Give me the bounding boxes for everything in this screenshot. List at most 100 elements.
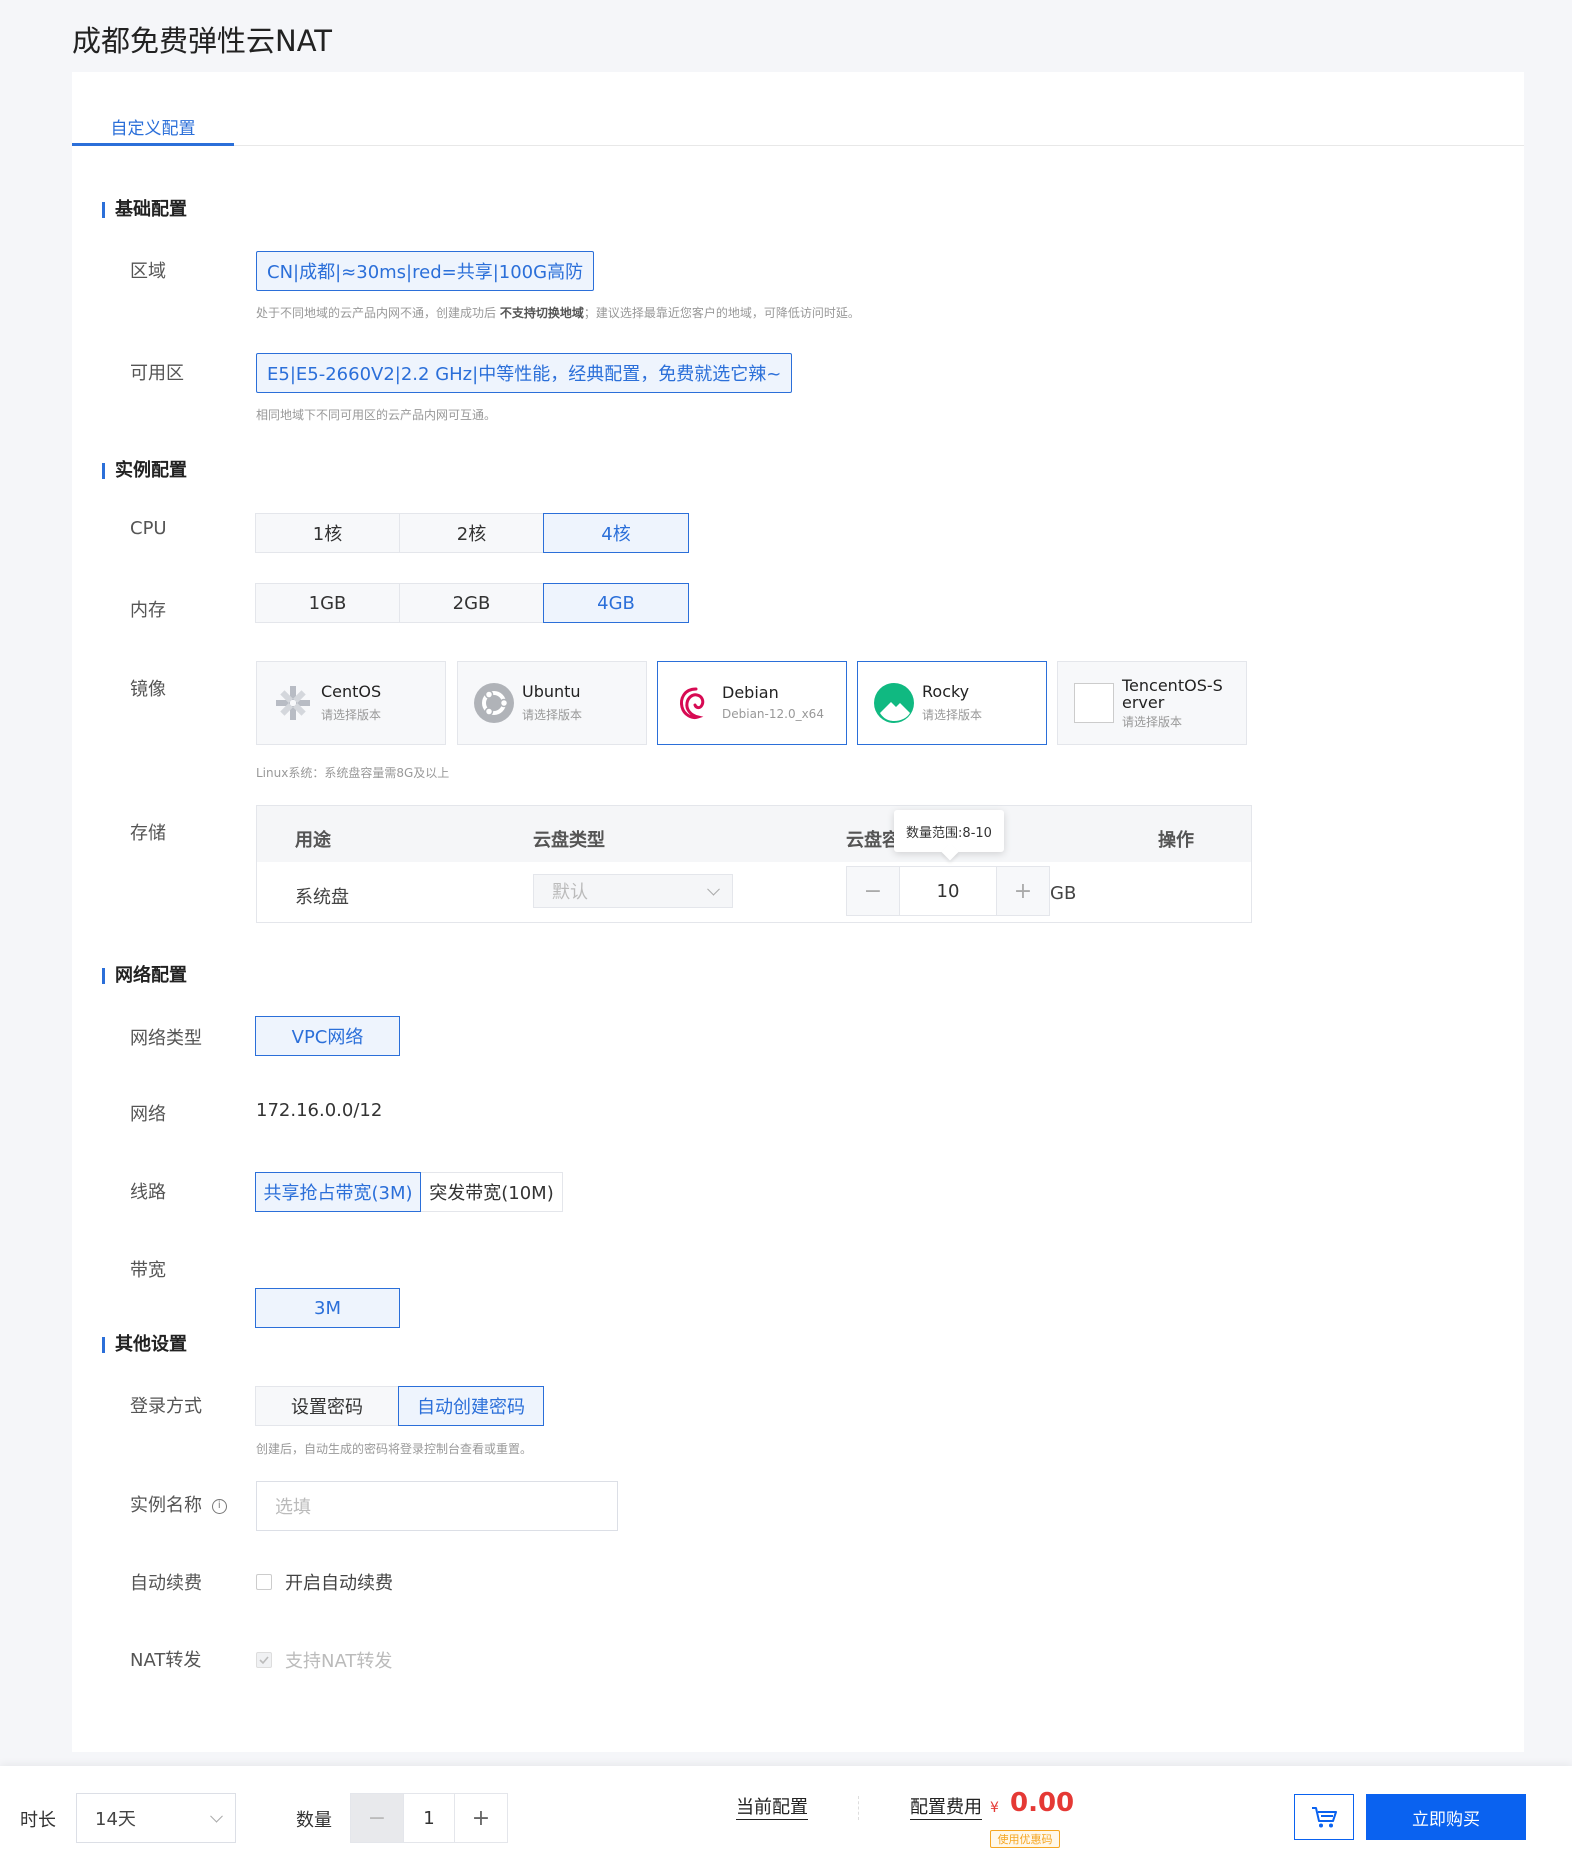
os-version: 请选择版本 [1122, 714, 1183, 729]
capacity-value[interactable]: 10 [899, 867, 997, 915]
duration-label: 时长 [20, 1810, 56, 1831]
login-label: 登录方式 [130, 1396, 202, 1417]
instance-name-input[interactable]: 选填 [256, 1481, 618, 1531]
region-label: 区域 [130, 261, 166, 282]
buy-now-button[interactable]: 立即购买 [1366, 1794, 1526, 1840]
centos-icon [273, 683, 313, 723]
os-option-debian[interactable]: Debian Debian-12.0_x64 [657, 661, 847, 745]
fee-label-link[interactable]: 配置费用 [910, 1797, 982, 1820]
storage-label: 存储 [130, 823, 166, 844]
os-name: TencentOS-Server [1122, 675, 1223, 712]
storage-table: 用途 云盘类型 云盘容 操作 系统盘 默认 − 10 + GB [256, 805, 1252, 923]
column-header-disk-type: 云盘类型 [533, 830, 605, 851]
cpu-option-4[interactable]: 4核 [543, 513, 689, 553]
line-label: 线路 [130, 1182, 166, 1203]
quantity-decrement-button[interactable]: − [351, 1794, 403, 1842]
memory-option-1gb[interactable]: 1GB [255, 583, 400, 623]
login-option-auto-password[interactable]: 自动创建密码 [398, 1386, 544, 1426]
os-option-ubuntu[interactable]: Ubuntu 请选择版本 [457, 661, 647, 745]
broken-image-icon [1074, 683, 1114, 723]
line-option-shared[interactable]: 共享抢占带宽(3M) [255, 1172, 421, 1212]
os-version: 请选择版本 [321, 707, 382, 722]
nat-checkbox [256, 1652, 272, 1668]
nat-label: NAT转发 [130, 1650, 202, 1671]
auto-renew-label: 自动续费 [130, 1573, 202, 1594]
os-version: Debian-12.0_x64 [722, 707, 824, 721]
coupon-badge[interactable]: 使用优惠码 [990, 1830, 1060, 1848]
capacity-unit: GB [1050, 883, 1077, 904]
nat-checkbox-label: 支持NAT转发 [285, 1651, 393, 1672]
table-header: 用途 云盘类型 云盘容 操作 [257, 806, 1251, 862]
increment-button[interactable]: + [997, 867, 1049, 915]
quantity-label: 数量 [296, 1810, 332, 1831]
memory-option-2gb[interactable]: 2GB [399, 583, 544, 623]
divider [858, 1796, 859, 1820]
page-title: 成都免费弹性云NAT [72, 24, 332, 58]
config-card: 自定义配置 基础配置 区域 CN|成都|≈30ms|red=共享|100G高防 … [72, 72, 1524, 1752]
auto-renew-checkbox[interactable] [256, 1574, 272, 1590]
cpu-option-2[interactable]: 2核 [399, 513, 544, 553]
login-option-set-password[interactable]: 设置密码 [255, 1386, 399, 1426]
memory-option-4gb[interactable]: 4GB [543, 583, 689, 623]
os-version: 请选择版本 [522, 707, 583, 722]
line-option-burst[interactable]: 突发带宽(10M) [420, 1172, 563, 1212]
os-name: Ubuntu [522, 681, 581, 701]
instance-name-label: 实例名称 i [130, 1491, 227, 1517]
price-value: 0.00 [1010, 1788, 1075, 1818]
rocky-icon [874, 683, 914, 723]
section-network-title: 网络配置 [102, 967, 187, 985]
currency-symbol: ¥ [990, 1800, 999, 1816]
os-option-rocky[interactable]: Rocky 请选择版本 [857, 661, 1047, 745]
column-header-capacity: 云盘容 [846, 830, 900, 851]
region-option[interactable]: CN|成都|≈30ms|red=共享|100G高防 [256, 251, 595, 291]
os-option-centos[interactable]: CentOS 请选择版本 [256, 661, 446, 745]
cpu-label: CPU [130, 518, 167, 539]
capacity-range-tooltip: 数量范围:8-10 [894, 810, 1004, 852]
memory-selector: 1GB 2GB 4GB [255, 583, 689, 623]
info-icon[interactable]: i [211, 1498, 227, 1514]
os-option-tencentos[interactable]: TencentOS-Server 请选择版本 [1057, 661, 1247, 745]
image-hint: Linux系统：系统盘容量需8G及以上 [256, 766, 450, 780]
quantity-increment-button[interactable]: + [455, 1794, 507, 1842]
os-name: Rocky [922, 681, 970, 701]
section-other-title: 其他设置 [102, 1336, 187, 1354]
tab-custom-config[interactable]: 自定义配置 [72, 72, 234, 146]
column-header-action: 操作 [1158, 830, 1194, 851]
cart-icon [1312, 1807, 1337, 1828]
duration-select[interactable]: 14天 [76, 1793, 236, 1843]
login-hint: 创建后，自动生成的密码将登录控制台查看或重置。 [256, 1442, 533, 1456]
line-selector: 共享抢占带宽(3M) 突发带宽(10M) [255, 1172, 563, 1212]
chevron-down-icon [210, 1809, 223, 1823]
bandwidth-option[interactable]: 3M [255, 1288, 400, 1328]
network-label: 网络 [130, 1104, 166, 1125]
network-type-vpc[interactable]: VPC网络 [255, 1016, 400, 1056]
section-instance-title: 实例配置 [102, 462, 187, 480]
capacity-stepper: − 10 + [846, 866, 1050, 916]
os-name: Debian [722, 683, 779, 702]
zone-hint: 相同地域下不同可用区的云产品内网可互通。 [256, 408, 497, 422]
region-hint: 处于不同地域的云产品内网不通，创建成功后 不支持切换地域；建议选择最靠近您客户的… [256, 306, 860, 320]
memory-label: 内存 [130, 600, 166, 621]
login-selector: 设置密码 自动创建密码 [255, 1386, 544, 1426]
bandwidth-label: 带宽 [130, 1260, 166, 1281]
check-icon [259, 1656, 269, 1665]
os-name: CentOS [321, 681, 382, 701]
column-header-usage: 用途 [295, 830, 331, 851]
section-basic-title: 基础配置 [102, 201, 187, 219]
cpu-selector: 1核 2核 4核 [255, 513, 689, 553]
zone-option[interactable]: E5|E5-2660V2|2.2 GHz|中等性能，经典配置，免费就选它辣~ [256, 353, 793, 393]
decrement-button[interactable]: − [847, 867, 899, 915]
cpu-option-1[interactable]: 1核 [255, 513, 400, 553]
current-config-link[interactable]: 当前配置 [736, 1797, 808, 1820]
zone-label: 可用区 [130, 363, 184, 384]
auto-renew-checkbox-label[interactable]: 开启自动续费 [285, 1569, 393, 1595]
disk-type-select[interactable]: 默认 [533, 874, 733, 908]
quantity-value[interactable]: 1 [403, 1794, 455, 1842]
os-version: 请选择版本 [922, 707, 983, 722]
chevron-down-icon [707, 882, 720, 896]
tab-bar: 自定义配置 [72, 72, 1524, 146]
add-to-cart-button[interactable] [1294, 1794, 1354, 1840]
debian-icon [674, 683, 714, 723]
ubuntu-icon [474, 683, 514, 723]
network-type-label: 网络类型 [130, 1028, 202, 1049]
